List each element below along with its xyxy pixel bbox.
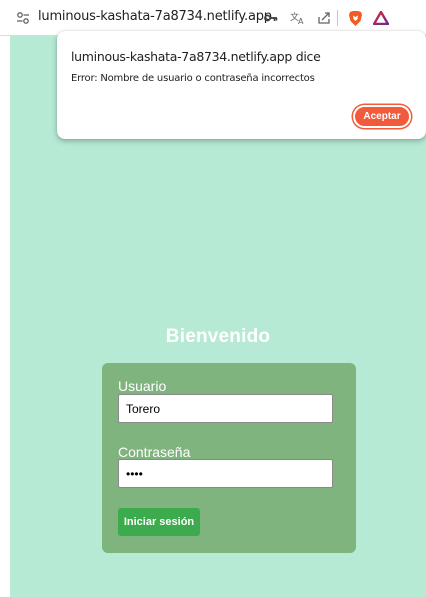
- password-label: Contraseña: [118, 444, 191, 460]
- password-input[interactable]: [118, 459, 333, 488]
- accept-button[interactable]: Aceptar: [353, 105, 411, 128]
- username-input[interactable]: [118, 394, 333, 423]
- toolbar-divider: [337, 10, 338, 26]
- login-form: Usuario Contraseña Iniciar sesión: [102, 363, 356, 553]
- address-bar-url[interactable]: luminous-kashata-7a8734.netlify.app: [38, 9, 272, 24]
- page-title: Bienvenido: [165, 326, 271, 347]
- site-settings-icon[interactable]: [16, 11, 30, 25]
- alert-dialog: luminous-kashata-7a8734.netlify.app dice…: [57, 31, 426, 139]
- brave-rewards-icon[interactable]: [372, 9, 390, 27]
- brave-shields-icon[interactable]: [346, 9, 364, 27]
- login-button[interactable]: Iniciar sesión: [118, 508, 200, 536]
- translate-icon[interactable]: 文 A: [289, 9, 307, 27]
- svg-text:A: A: [298, 17, 304, 25]
- dialog-message: Error: Nombre de usuario o contraseña in…: [71, 73, 315, 84]
- key-icon[interactable]: [262, 9, 280, 27]
- dialog-title: luminous-kashata-7a8734.netlify.app dice: [71, 49, 321, 64]
- share-icon[interactable]: [315, 9, 333, 27]
- username-label: Usuario: [118, 378, 167, 394]
